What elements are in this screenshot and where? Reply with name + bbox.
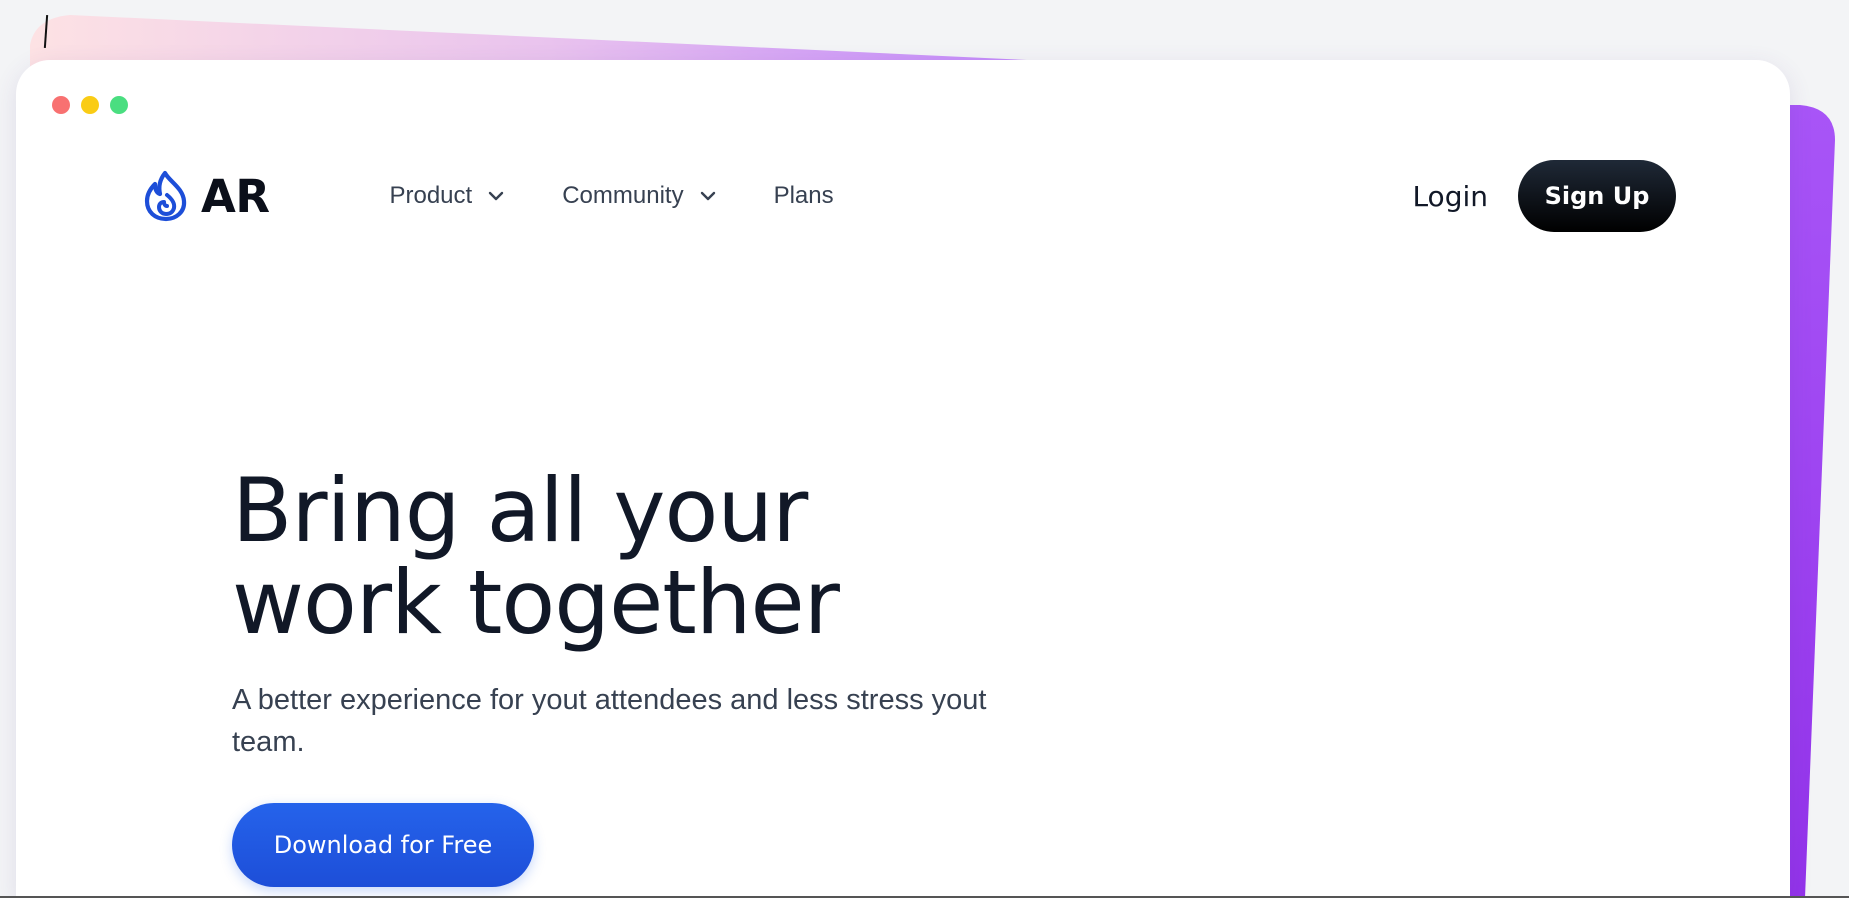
nav-item-plans[interactable]: Plans (774, 182, 834, 210)
top-navigation: AR Product Community Plans Login Sign Up (143, 158, 1676, 234)
nav-item-community-label: Community (562, 182, 684, 209)
chevron-down-icon (700, 191, 715, 201)
chevron-down-icon (489, 191, 504, 201)
hero-title-line-1: Bring all your (232, 459, 808, 562)
window-controls (52, 96, 128, 114)
flame-icon (144, 170, 187, 222)
nav-item-community[interactable]: Community (562, 182, 715, 210)
hero-title-line-2: work together (232, 551, 840, 654)
auth-actions: Login Sign Up (1412, 160, 1676, 232)
nav-item-plans-label: Plans (773, 182, 834, 209)
hero-title: Bring all your work together (232, 465, 1032, 649)
logo-text: AR (201, 169, 270, 223)
download-button[interactable]: Download for Free (232, 803, 534, 887)
close-dot[interactable] (52, 96, 70, 114)
nav-item-product-label: Product (389, 182, 473, 209)
browser-window: AR Product Community Plans Login Sign Up (16, 60, 1790, 898)
nav-item-product[interactable]: Product (389, 182, 504, 210)
nav-links: Product Community Plans (389, 182, 833, 210)
maximize-dot[interactable] (110, 96, 128, 114)
minimize-dot[interactable] (81, 96, 99, 114)
logo[interactable]: AR (143, 169, 270, 223)
hero-section: Bring all your work together A better ex… (232, 465, 1032, 887)
signup-button[interactable]: Sign Up (1518, 160, 1676, 232)
hero-subtitle: A better experience for yout attendees a… (232, 684, 987, 758)
login-link[interactable]: Login (1412, 180, 1488, 213)
